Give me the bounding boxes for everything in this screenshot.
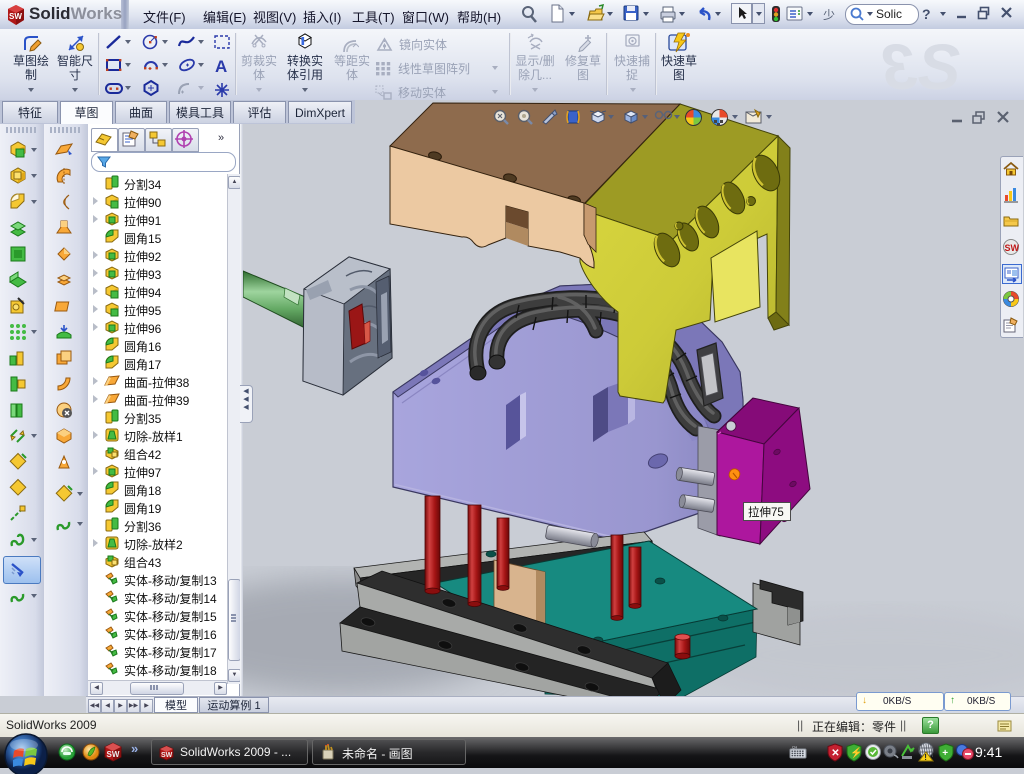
svg-text:SW: SW — [161, 752, 173, 759]
svg-text:⚡: ⚡ — [850, 746, 862, 759]
svg-text:拉伸75: 拉伸75 — [748, 505, 784, 519]
svg-text:SW: SW — [107, 750, 120, 759]
svg-text:+: + — [942, 748, 948, 759]
svg-text:!: ! — [924, 753, 927, 762]
svg-text:SW: SW — [1005, 243, 1020, 253]
svg-text:✕: ✕ — [831, 748, 839, 759]
svg-text:少..: 少.. — [823, 8, 836, 22]
svg-text:CH: CH — [792, 746, 798, 750]
